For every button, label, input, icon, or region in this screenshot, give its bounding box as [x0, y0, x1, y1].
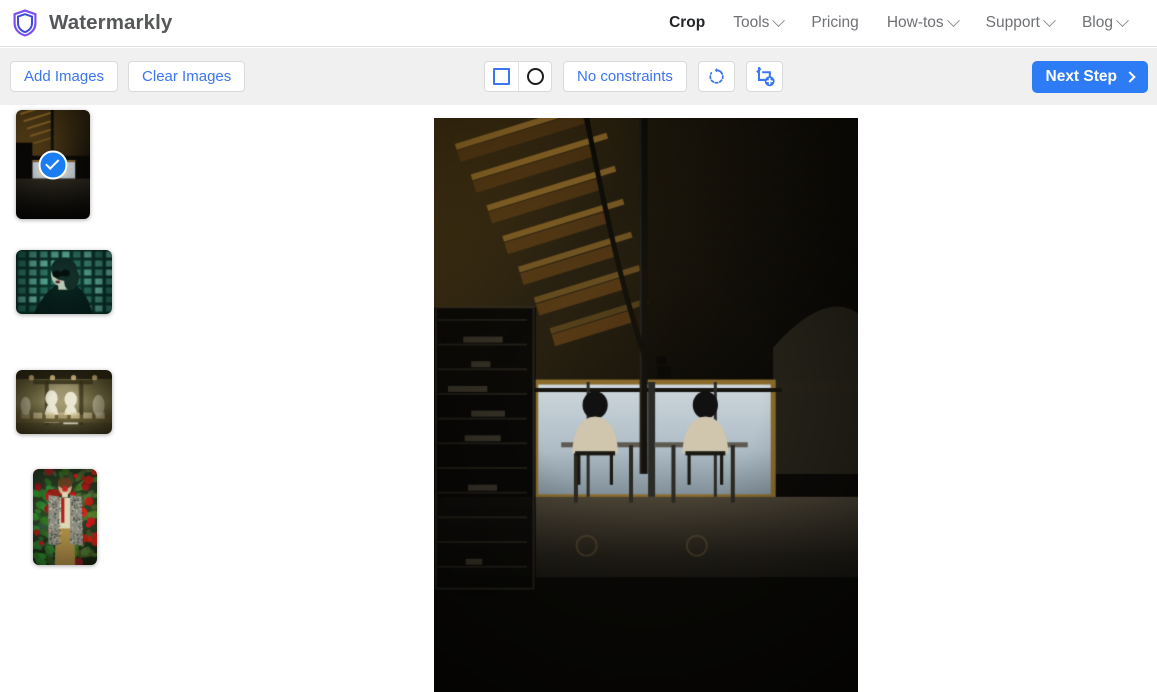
chevron-right-icon: [1124, 70, 1136, 83]
chevron-down-icon: [1043, 13, 1056, 27]
nav-item-support[interactable]: Support: [972, 8, 1068, 38]
main-photo: [434, 118, 858, 692]
crop-canvas-area: [0, 105, 1157, 692]
crop-shape-toggle: [484, 61, 552, 92]
nav-item-crop[interactable]: Crop: [655, 8, 719, 38]
chevron-down-icon: [946, 13, 960, 27]
add-images-button[interactable]: Add Images: [10, 61, 119, 92]
nav-item-label: Crop: [669, 14, 706, 31]
nav-item-how-tos[interactable]: How-tos: [873, 8, 972, 38]
clear-images-button[interactable]: Clear Images: [128, 61, 246, 92]
toolbar-left-group: Add Images Clear Images: [10, 61, 246, 92]
constraints-button[interactable]: No constraints: [563, 61, 687, 92]
nav-item-tools[interactable]: Tools: [719, 8, 797, 38]
nav-item-pricing[interactable]: Pricing: [797, 8, 872, 38]
toolbar-right-group: Next Step: [1031, 60, 1148, 93]
crop-shape-ellipse-button[interactable]: [518, 62, 551, 91]
photo-frame[interactable]: [434, 118, 858, 692]
workspace: [0, 105, 1157, 692]
shield-icon: [13, 9, 37, 37]
brand[interactable]: Watermarkly: [12, 9, 172, 37]
circle-icon: [526, 68, 544, 85]
chevron-down-icon: [772, 13, 786, 27]
main-nav: Crop Tools Pricing How-tos Support Blog: [655, 8, 1141, 38]
nav-item-label: Support: [985, 14, 1040, 31]
next-step-button[interactable]: Next Step: [1031, 60, 1148, 93]
nav-item-label: Blog: [1081, 14, 1113, 31]
next-step-label: Next Step: [1045, 67, 1118, 85]
nav-item-blog[interactable]: Blog: [1068, 8, 1141, 38]
toolbar-center-group: No constraints: [484, 61, 783, 92]
rotate-reset-icon: [709, 67, 724, 84]
nav-item-label: How-tos: [886, 14, 944, 31]
chevron-down-icon: [1116, 13, 1129, 27]
site-header: Watermarkly Crop Tools Pricing How-tos S…: [0, 0, 1157, 47]
brand-name: Watermarkly: [49, 11, 173, 34]
crop-shape-rectangle-button[interactable]: [485, 62, 518, 91]
reset-rotation-button[interactable]: [697, 61, 735, 92]
nav-item-label: Pricing: [811, 14, 859, 31]
editor-toolbar: Add Images Clear Images No constraints N…: [0, 48, 1157, 105]
nav-item-label: Tools: [733, 14, 770, 31]
add-crop-area-icon: [756, 67, 775, 87]
square-icon: [493, 68, 510, 85]
add-crop-area-button[interactable]: [745, 61, 783, 92]
